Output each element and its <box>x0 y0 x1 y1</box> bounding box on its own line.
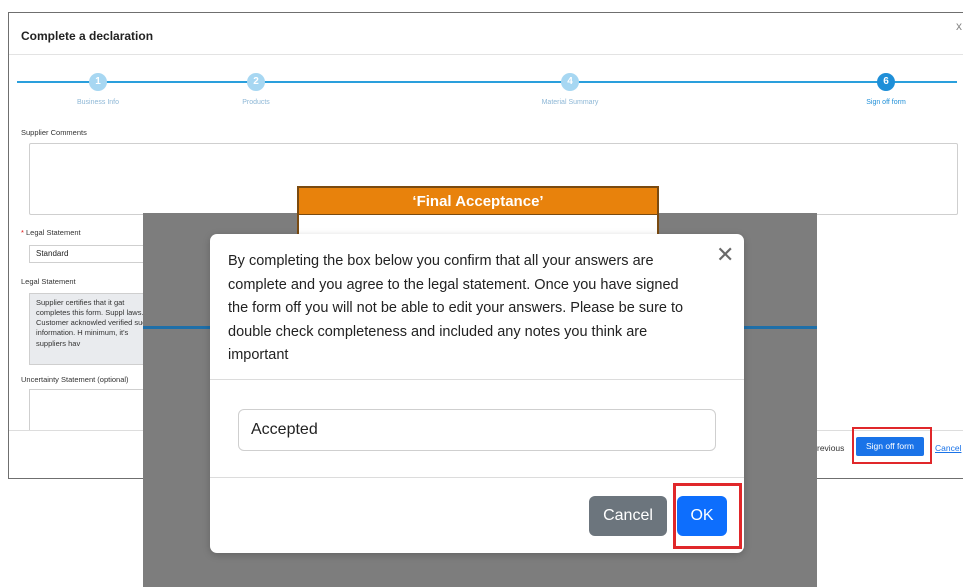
supplier-comments-label: Supplier Comments <box>21 128 87 137</box>
window-title: Complete a declaration <box>21 29 154 43</box>
step-6-circle[interactable]: 6 <box>877 73 895 91</box>
legal-statement-text: Supplier certifies that it gat completes… <box>29 293 159 365</box>
legal-statement-type-text: Legal Statement <box>26 228 81 237</box>
uncertainty-statement-label: Uncertainty Statement (optional) <box>21 375 129 384</box>
acceptance-input[interactable] <box>238 409 716 451</box>
legal-statement-label: Legal Statement <box>21 277 76 286</box>
legal-statement-type-label: * Legal Statement <box>21 228 81 237</box>
final-acceptance-banner: ‘Final Acceptance’ <box>297 186 659 241</box>
banner-title: ‘Final Acceptance’ <box>299 188 657 215</box>
modal-cancel-button[interactable]: Cancel <box>589 496 667 536</box>
required-marker: * <box>21 228 24 237</box>
step-4-circle[interactable]: 4 <box>561 73 579 91</box>
step-4-label: Material Summary <box>541 99 599 106</box>
modal-divider-top <box>210 379 744 380</box>
window-close-icon[interactable]: x <box>956 19 962 33</box>
step-1-circle[interactable]: 1 <box>89 73 107 91</box>
modal-message: By completing the box below you confirm … <box>228 253 684 363</box>
uncertainty-statement-textarea[interactable] <box>29 389 159 431</box>
screenshot-stage: Complete a declaration x 1 2 4 6 Busines… <box>0 0 963 587</box>
footer-cancel-link[interactable]: Cancel <box>935 443 961 453</box>
step-2-label: Products <box>242 99 270 106</box>
modal-divider-bottom <box>210 477 744 478</box>
stepper-track <box>17 81 957 83</box>
previous-button[interactable]: revious <box>817 443 844 453</box>
ok-button[interactable]: OK <box>677 496 727 536</box>
step-1-label: Business Info <box>76 99 120 106</box>
step-6-label: Sign off form <box>866 99 906 106</box>
close-icon[interactable]: ✕ <box>716 244 734 266</box>
step-2-circle[interactable]: 2 <box>247 73 265 91</box>
legal-statement-select[interactable]: Standard <box>29 245 159 263</box>
final-acceptance-modal: By completing the box below you confirm … <box>210 234 744 553</box>
window-header: Complete a declaration x <box>9 13 963 55</box>
sign-off-form-button[interactable]: Sign off form <box>856 437 924 456</box>
